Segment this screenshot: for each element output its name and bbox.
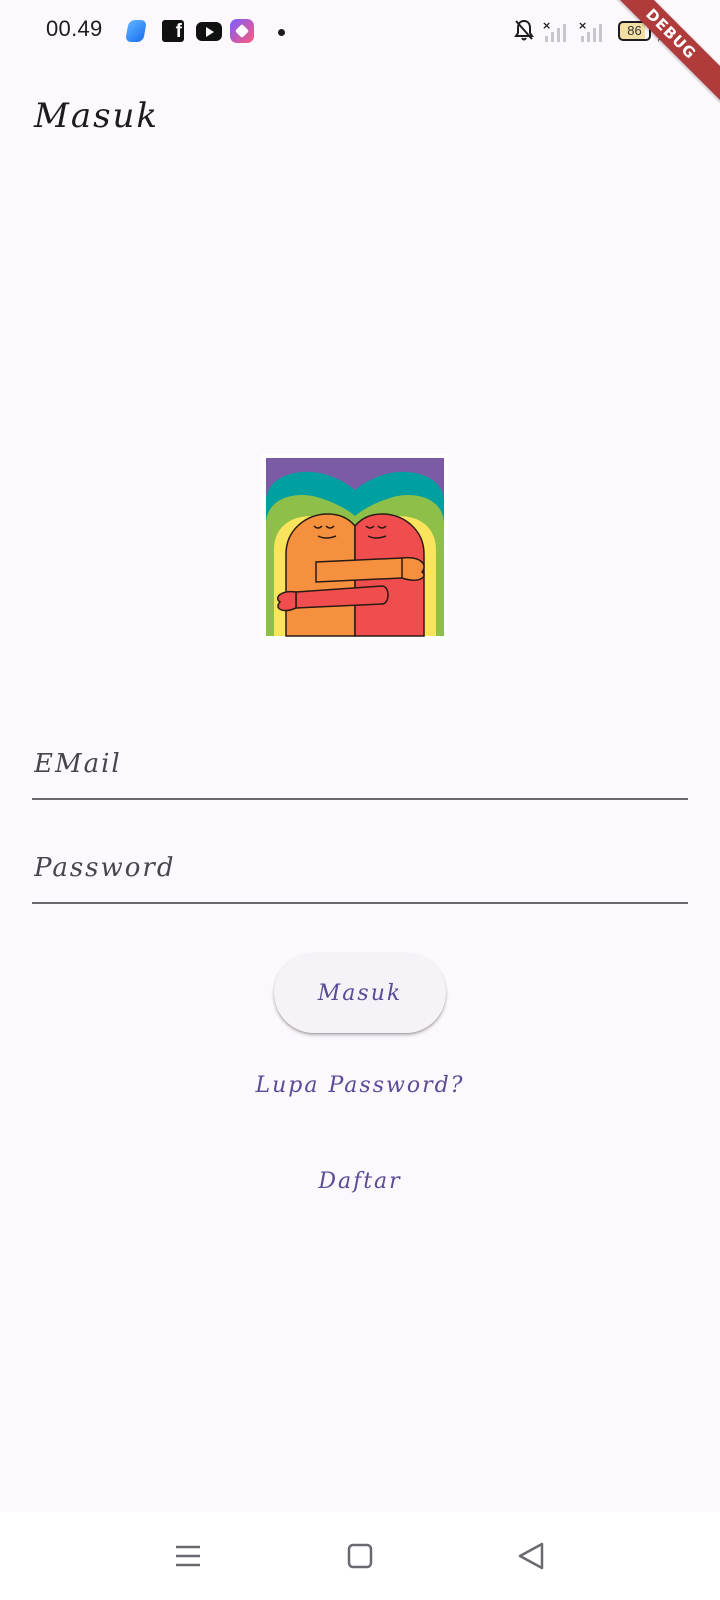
navigation-bar: [0, 1512, 720, 1600]
files-icon: [125, 20, 147, 42]
back-icon[interactable]: [512, 1536, 552, 1576]
signal-icon: ×: [578, 20, 602, 42]
status-bar: 00.49 f × × 86: [0, 0, 720, 64]
email-field: [32, 718, 688, 800]
more-dot-icon: [278, 29, 285, 36]
gem-app-icon: [230, 19, 254, 43]
youtube-icon: [196, 22, 222, 41]
email-input[interactable]: [32, 718, 688, 798]
home-icon[interactable]: [340, 1536, 380, 1576]
password-input[interactable]: [32, 822, 688, 902]
page-title: Masuk: [34, 96, 160, 136]
app-logo: [262, 454, 448, 640]
bell-off-icon: [514, 19, 534, 41]
status-time: 00.49: [46, 16, 103, 41]
hugging-couple-logo: [266, 458, 444, 637]
facebook-icon: f: [162, 20, 184, 42]
register-link[interactable]: Daftar: [0, 1168, 720, 1195]
forgot-password-link[interactable]: Lupa Password?: [0, 1072, 720, 1099]
login-button[interactable]: Masuk: [274, 953, 446, 1033]
svg-text:×: ×: [542, 20, 551, 32]
menu-icon[interactable]: [168, 1536, 208, 1576]
password-field: [32, 822, 688, 904]
signal-icon: ×: [542, 20, 566, 42]
svg-text:×: ×: [578, 20, 587, 32]
